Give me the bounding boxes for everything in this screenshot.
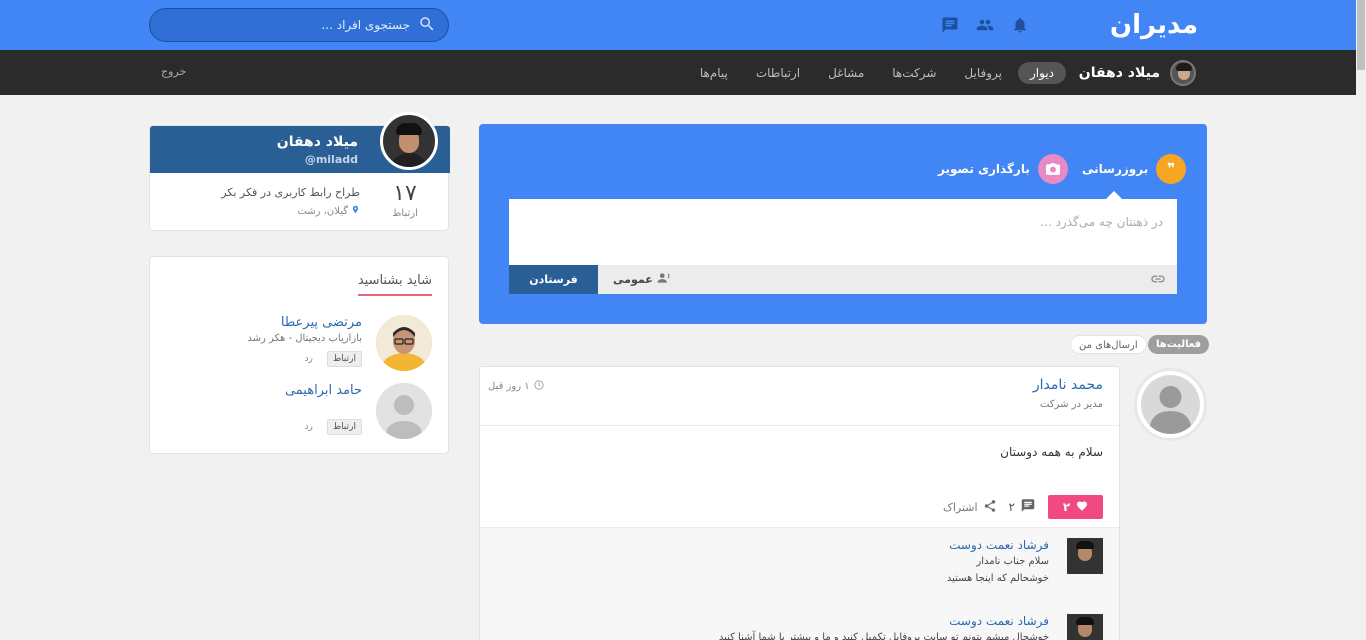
nav-menu: دیوار پروفایل شرکت‌ها مشاغل ارتباطات پیا… [688, 62, 1066, 84]
reject-button[interactable]: رد [297, 420, 321, 434]
top-header-bar: مدیران [0, 0, 1356, 50]
suggestion-name[interactable]: مرتضی پیرعطا [281, 315, 362, 330]
comment-text: سلام جناب نامدار [976, 556, 1049, 567]
filter-activities[interactable]: فعالیت‌ها [1148, 335, 1210, 354]
suggestion-avatar[interactable] [376, 315, 432, 371]
connect-button[interactable]: ارتباط [326, 419, 362, 435]
profile-card: میلاد دهقان @miladd ۱۷ ارتباط طراح رابط … [149, 112, 450, 231]
comment-author[interactable]: فرشاد نعمت دوست [949, 614, 1049, 628]
public-audience-icon [657, 272, 671, 287]
search-icon[interactable] [418, 15, 436, 36]
comment-avatar[interactable] [1067, 614, 1103, 640]
post-textarea[interactable] [509, 199, 1177, 265]
suggestion-subtitle: بازاریاب دیجیتال - هکر رشد [247, 333, 362, 344]
chat-icon[interactable] [939, 14, 961, 36]
post-time-text: ۱ روز قبل [488, 381, 530, 392]
page-scrollbar[interactable] [1356, 0, 1366, 640]
comments-section: فرشاد نعمت دوست سلام جناب نامدار خوشحالم… [480, 527, 1119, 640]
tab-upload-image[interactable]: بارگذاری تصویر [938, 154, 1068, 184]
connect-button[interactable]: ارتباط [326, 351, 362, 367]
quote-icon: ❞ [1156, 154, 1187, 184]
nav-item-messages[interactable]: پیام‌ها [688, 62, 740, 84]
suggestions-card: شاید بشناسید مرتضی پیرعطا بازاریاب دیجیت… [149, 256, 449, 454]
search-input[interactable] [170, 18, 410, 32]
suggestion-item: مرتضی پیرعطا بازاریاب دیجیتال - هکر رشد … [162, 315, 432, 371]
tab-upload-image-label: بارگذاری تصویر [938, 162, 1030, 176]
suggestion-name[interactable]: حامد ابراهیمی [285, 383, 362, 398]
profile-avatar[interactable] [380, 112, 438, 170]
share-icon [983, 499, 997, 516]
comment-text: خوشحالم که اینجا هستید [946, 573, 1049, 584]
share-label: اشتراک [942, 500, 978, 514]
avatar[interactable] [1170, 60, 1196, 86]
nav-username[interactable]: میلاد دهقان [1079, 65, 1160, 81]
location-text: گیلان، رشت [297, 205, 348, 217]
camera-icon [1037, 154, 1068, 184]
location-pin-icon [351, 204, 360, 218]
post-author-role: مدیر در شرکت [1039, 399, 1103, 410]
comment-avatar[interactable] [1067, 538, 1103, 574]
notification-bell-icon[interactable] [1009, 14, 1031, 36]
like-count: ۲ [1062, 500, 1071, 514]
nav-item-connections[interactable]: ارتباطات [744, 62, 812, 84]
connections-count[interactable]: ۱۷ [390, 181, 420, 206]
site-logo[interactable]: مدیران [1100, 9, 1208, 41]
nav-item-jobs[interactable]: مشاغل [816, 62, 876, 84]
scrollbar-thumb[interactable] [1357, 0, 1365, 70]
nav-item-companies[interactable]: شرکت‌ها [880, 62, 948, 84]
post-card: محمد نامدار مدیر در شرکت ۱ روز قبل سلام … [479, 366, 1120, 640]
comment-text: خوشحال میشم بتونم تو سایت پروفایل تکمیل … [718, 632, 1049, 640]
suggestions-title: شاید بشناسید [357, 273, 432, 296]
tab-update-label: بروزرسانی [1082, 162, 1149, 176]
nav-item-profile[interactable]: پروفایل [952, 62, 1014, 84]
send-button[interactable]: فرستادن [509, 265, 598, 294]
profile-location: گیلان، رشت [297, 204, 360, 218]
composer-toolbar: فرستادن عمومی [509, 265, 1177, 294]
post-author-name[interactable]: محمد نامدار [1033, 377, 1103, 393]
search-box[interactable] [149, 8, 449, 42]
profile-handle: @miladd [304, 153, 358, 166]
logout-link[interactable]: خروج [161, 65, 186, 78]
active-tab-caret [1106, 191, 1122, 199]
heart-icon [1076, 500, 1088, 514]
tab-update[interactable]: ❞ بروزرسانی [1082, 154, 1187, 184]
reject-button[interactable]: رد [297, 352, 321, 366]
post-time: ۱ روز قبل [488, 380, 544, 393]
divider [480, 425, 1119, 426]
composer-box: فرستادن عمومی [509, 199, 1177, 294]
suggestion-avatar[interactable] [376, 383, 432, 439]
connections-label: ارتباط [392, 208, 418, 219]
privacy-selector[interactable]: عمومی [613, 272, 671, 287]
nav-item-wall[interactable]: دیوار [1017, 62, 1066, 84]
profile-name[interactable]: میلاد دهقان [277, 134, 358, 150]
post-body: سلام به همه دوستان [1000, 445, 1103, 459]
nav-user[interactable]: میلاد دهقان [1079, 58, 1196, 88]
post-author-avatar[interactable] [1134, 368, 1207, 441]
people-icon[interactable] [974, 14, 996, 36]
profile-description: طراح رابط کاربری در فکر بکر [221, 186, 360, 199]
privacy-label: عمومی [613, 273, 653, 286]
main-nav-bar: میلاد دهقان دیوار پروفایل شرکت‌ها مشاغل … [0, 50, 1356, 95]
link-icon[interactable] [1149, 271, 1167, 290]
suggestion-item: حامد ابراهیمی ارتباط رد [162, 383, 432, 439]
like-button[interactable]: ۲ [1048, 495, 1103, 519]
comment-button[interactable]: ۲ [1009, 498, 1036, 516]
comment-author[interactable]: فرشاد نعمت دوست [949, 538, 1049, 552]
clock-icon [534, 380, 544, 393]
filter-my-posts[interactable]: ارسال‌های من [1070, 335, 1147, 354]
comment-count: ۲ [1008, 500, 1015, 514]
comment-icon [1020, 498, 1036, 516]
share-button[interactable]: اشتراک [943, 499, 997, 516]
post-actions: ۲ ۲ اشتراک [943, 495, 1103, 519]
